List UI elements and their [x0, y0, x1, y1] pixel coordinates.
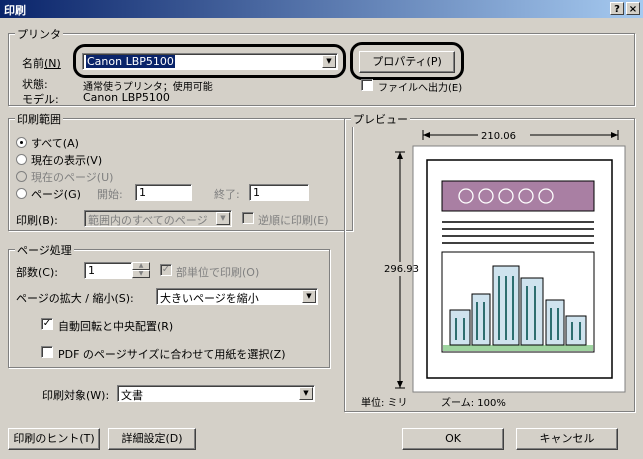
unit-label: 単位: ミリ	[361, 398, 408, 409]
print-hints-button[interactable]: 印刷のヒント(T)	[8, 428, 100, 450]
height-value: 296.93	[384, 264, 419, 275]
print-range-title: 印刷範囲	[15, 111, 63, 127]
printer-group-title: プリンタ	[15, 26, 63, 42]
print-subset-select[interactable]: 範囲内のすべてのページ ▼	[84, 210, 232, 227]
print-what-select[interactable]: 文書 ▼	[117, 385, 315, 402]
chevron-down-icon[interactable]: ▼	[302, 290, 316, 303]
copies-spinner[interactable]: ▲ ▼	[132, 262, 150, 279]
window-title: 印刷	[4, 4, 26, 17]
spin-down-icon[interactable]: ▼	[132, 270, 150, 278]
print-to-file-label: ファイルへ出力(E)	[378, 83, 463, 94]
range-pages-radio[interactable]	[16, 188, 27, 199]
highlight-frame-properties	[350, 42, 464, 80]
end-label: 終了:	[214, 188, 240, 201]
reverse-order-checkbox[interactable]	[242, 212, 254, 224]
printer-name-label: 名前(N)	[22, 57, 61, 70]
title-bar: 印刷 ? ×	[0, 0, 643, 18]
copies-label: 部数(C):	[16, 266, 58, 279]
chevron-down-icon[interactable]: ▼	[299, 387, 313, 400]
print-subset-label: 印刷(B):	[16, 214, 58, 227]
start-page-input[interactable]: 1	[135, 184, 192, 201]
print-subset-value: 範囲内のすべてのページ	[88, 214, 208, 227]
spin-up-icon[interactable]: ▲	[132, 262, 150, 270]
highlight-frame-name	[73, 44, 346, 78]
scaling-value: 大きいページを縮小	[160, 292, 259, 305]
page-handling-title: ページ処理	[15, 242, 74, 258]
help-button[interactable]: ?	[610, 2, 624, 15]
reverse-order-label: 逆順に印刷(E)	[258, 214, 329, 227]
scaling-select[interactable]: 大きいページを縮小 ▼	[156, 288, 318, 305]
print-what-value: 文書	[121, 389, 143, 402]
range-current-page-radio[interactable]	[16, 171, 27, 182]
range-all-label: すべて(A)	[31, 137, 79, 150]
range-all-radio[interactable]	[16, 137, 27, 148]
width-value: 210.06	[481, 131, 516, 142]
autorotate-checkbox[interactable]: ✓	[41, 318, 53, 330]
scaling-label: ページの拡大 / 縮小(S):	[16, 292, 134, 305]
autorotate-label: 自動回転と中央配置(R)	[58, 320, 174, 333]
range-current-view-label: 現在の表示(V)	[31, 154, 103, 167]
range-pages-label: ページ(G)	[31, 188, 81, 201]
preview-title: プレビュー	[351, 111, 410, 127]
page-preview	[382, 128, 626, 393]
model-value: Canon LBP5100	[83, 91, 170, 104]
model-label: モデル:	[22, 93, 59, 106]
print-dialog: 印刷 ? × プリンタ 名前(N) Canon LBP5100 ▼ プロパティ(…	[0, 0, 643, 459]
collate-label: 部単位で印刷(O)	[176, 266, 260, 279]
zoom-label: ズーム: 100%	[441, 398, 506, 409]
copies-input[interactable]: 1	[84, 262, 132, 279]
range-current-page-label: 現在のページ(U)	[31, 171, 114, 184]
status-label: 状態:	[22, 78, 48, 91]
pdf-size-checkbox[interactable]	[41, 346, 53, 358]
start-label: 開始:	[97, 188, 123, 201]
cancel-button[interactable]: キャンセル	[516, 428, 618, 450]
end-page-input[interactable]: 1	[249, 184, 309, 201]
print-to-file-checkbox[interactable]	[361, 79, 373, 91]
collate-checkbox[interactable]: ✓	[160, 264, 172, 276]
ok-button[interactable]: OK	[402, 428, 504, 450]
print-what-label: 印刷対象(W):	[42, 389, 110, 402]
advanced-button[interactable]: 詳細設定(D)	[108, 428, 196, 450]
range-current-view-radio[interactable]	[16, 154, 27, 165]
pdf-size-label: PDF のページサイズに合わせて用紙を選択(Z)	[58, 348, 286, 361]
close-button[interactable]: ×	[626, 2, 640, 15]
chevron-down-icon[interactable]: ▼	[216, 212, 230, 225]
